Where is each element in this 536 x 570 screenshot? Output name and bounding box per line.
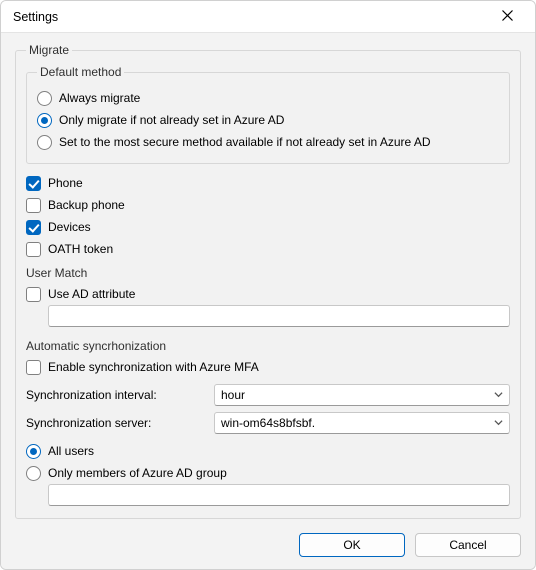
radio-if-not-set[interactable] — [37, 113, 52, 128]
radio-if-not-set-label: Only migrate if not already set in Azure… — [59, 112, 284, 128]
user-match-label: User Match — [26, 266, 510, 280]
sync-interval-select[interactable]: hour — [214, 384, 510, 406]
check-backup-phone[interactable] — [26, 198, 41, 213]
dialog-footer: OK Cancel — [1, 527, 535, 569]
check-oath-token-label: OATH token — [48, 241, 113, 257]
check-phone[interactable] — [26, 176, 41, 191]
sync-server-label: Synchronization server: — [26, 416, 206, 430]
check-use-ad-attribute[interactable] — [26, 287, 41, 302]
sync-interval-label: Synchronization interval: — [26, 388, 206, 402]
close-button[interactable] — [489, 3, 525, 31]
check-enable-sync[interactable] — [26, 360, 41, 375]
autosync-label: Automatic syncrhonization — [26, 339, 510, 353]
close-icon — [502, 10, 513, 24]
settings-dialog: Settings Migrate Default method Always m… — [0, 0, 536, 570]
cancel-button-label: Cancel — [449, 538, 486, 552]
radio-group-members[interactable] — [26, 466, 41, 481]
chevron-down-icon — [494, 388, 503, 402]
radio-most-secure-label: Set to the most secure method available … — [59, 134, 431, 150]
migrate-group: Migrate Default method Always migrate On… — [15, 43, 521, 519]
radio-group-members-label: Only members of Azure AD group — [48, 465, 227, 481]
sync-server-select[interactable]: win-om64s8bfsbf. — [214, 412, 510, 434]
check-phone-label: Phone — [48, 175, 83, 191]
ok-button-label: OK — [343, 538, 360, 552]
radio-always-migrate-label: Always migrate — [59, 90, 140, 106]
ad-attribute-input[interactable] — [48, 305, 510, 327]
sync-interval-value: hour — [221, 388, 245, 402]
check-oath-token[interactable] — [26, 242, 41, 257]
azure-ad-group-input[interactable] — [48, 484, 510, 506]
radio-always-migrate[interactable] — [37, 91, 52, 106]
chevron-down-icon — [494, 416, 503, 430]
check-enable-sync-label: Enable synchronization with Azure MFA — [48, 359, 259, 375]
check-backup-phone-label: Backup phone — [48, 197, 125, 213]
default-method-group: Default method Always migrate Only migra… — [26, 65, 510, 164]
radio-all-users[interactable] — [26, 444, 41, 459]
cancel-button[interactable]: Cancel — [415, 533, 521, 557]
check-devices-label: Devices — [48, 219, 91, 235]
window-title: Settings — [13, 10, 58, 24]
dialog-body: Migrate Default method Always migrate On… — [1, 33, 535, 527]
title-bar: Settings — [1, 1, 535, 33]
radio-most-secure[interactable] — [37, 135, 52, 150]
check-use-ad-attribute-label: Use AD attribute — [48, 286, 135, 302]
sync-server-value: win-om64s8bfsbf. — [221, 416, 315, 430]
radio-all-users-label: All users — [48, 443, 94, 459]
ok-button[interactable]: OK — [299, 533, 405, 557]
check-devices[interactable] — [26, 220, 41, 235]
default-method-legend: Default method — [37, 65, 124, 79]
migrate-legend: Migrate — [26, 43, 72, 57]
